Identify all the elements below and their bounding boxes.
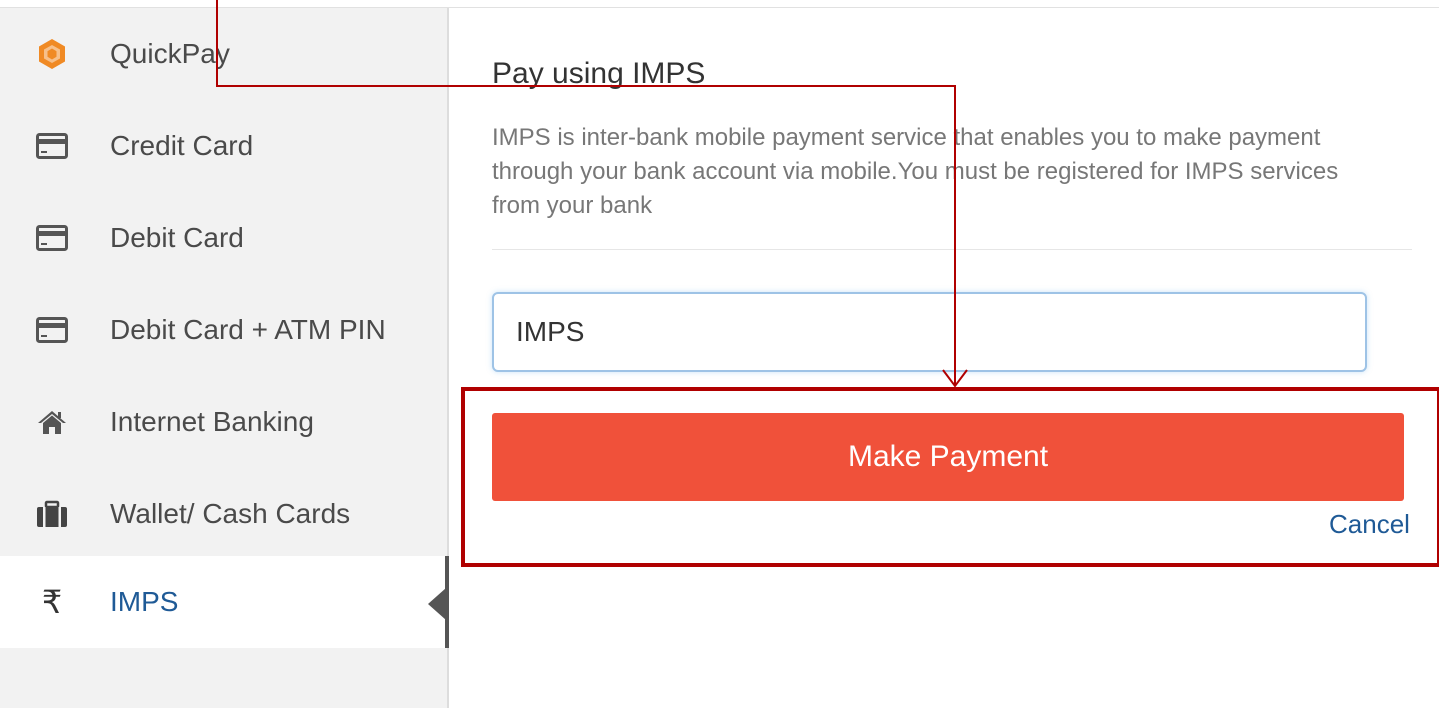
sidebar-item-quickpay[interactable]: QuickPay [0, 8, 447, 100]
home-icon [36, 406, 68, 438]
quickpay-hexagon-icon [36, 38, 68, 70]
credit-card-icon [36, 130, 68, 162]
page-title: Pay using IMPS [492, 57, 706, 90]
sidebar-item-credit-card[interactable]: Credit Card [0, 100, 447, 192]
sidebar-item-label: Credit Card [110, 130, 254, 161]
sidebar-item-imps[interactable]: ₹ IMPS [0, 556, 447, 648]
active-tab-pointer-icon [428, 588, 446, 620]
debit-card-atm-icon [36, 314, 68, 346]
imps-description: IMPS is inter-bank mobile payment servic… [492, 124, 1339, 219]
sidebar-item-label: QuickPay [110, 38, 230, 69]
sidebar-item-label: Debit Card [110, 222, 244, 253]
make-payment-button[interactable]: Make Payment [492, 413, 1404, 501]
debit-card-icon [36, 222, 68, 254]
sidebar-item-label: Debit Card + ATM PIN [110, 314, 386, 345]
sidebar-item-label: IMPS [110, 586, 179, 617]
payment-methods-sidebar: QuickPay Credit Card Debit Card Debit Ca… [0, 8, 449, 708]
divider [492, 249, 1412, 250]
rupee-icon: ₹ [41, 583, 63, 621]
sidebar-item-label: Wallet/ Cash Cards [110, 498, 351, 529]
sidebar-item-internet-banking[interactable]: Internet Banking [0, 376, 447, 468]
sidebar-item-wallet-cash-cards[interactable]: Wallet/ Cash Cards [0, 468, 447, 560]
sidebar-item-debit-card[interactable]: Debit Card [0, 192, 447, 284]
imps-input[interactable] [492, 292, 1367, 372]
top-border [0, 0, 1439, 8]
sidebar-item-debit-card-atm-pin[interactable]: Debit Card + ATM PIN [0, 284, 447, 376]
wallet-briefcase-icon [36, 498, 68, 530]
cancel-link[interactable]: Cancel [1329, 509, 1410, 540]
sidebar-item-label: Internet Banking [110, 406, 314, 437]
payment-panel: Pay using IMPS IMPS is inter-bank mobile… [449, 9, 1439, 708]
